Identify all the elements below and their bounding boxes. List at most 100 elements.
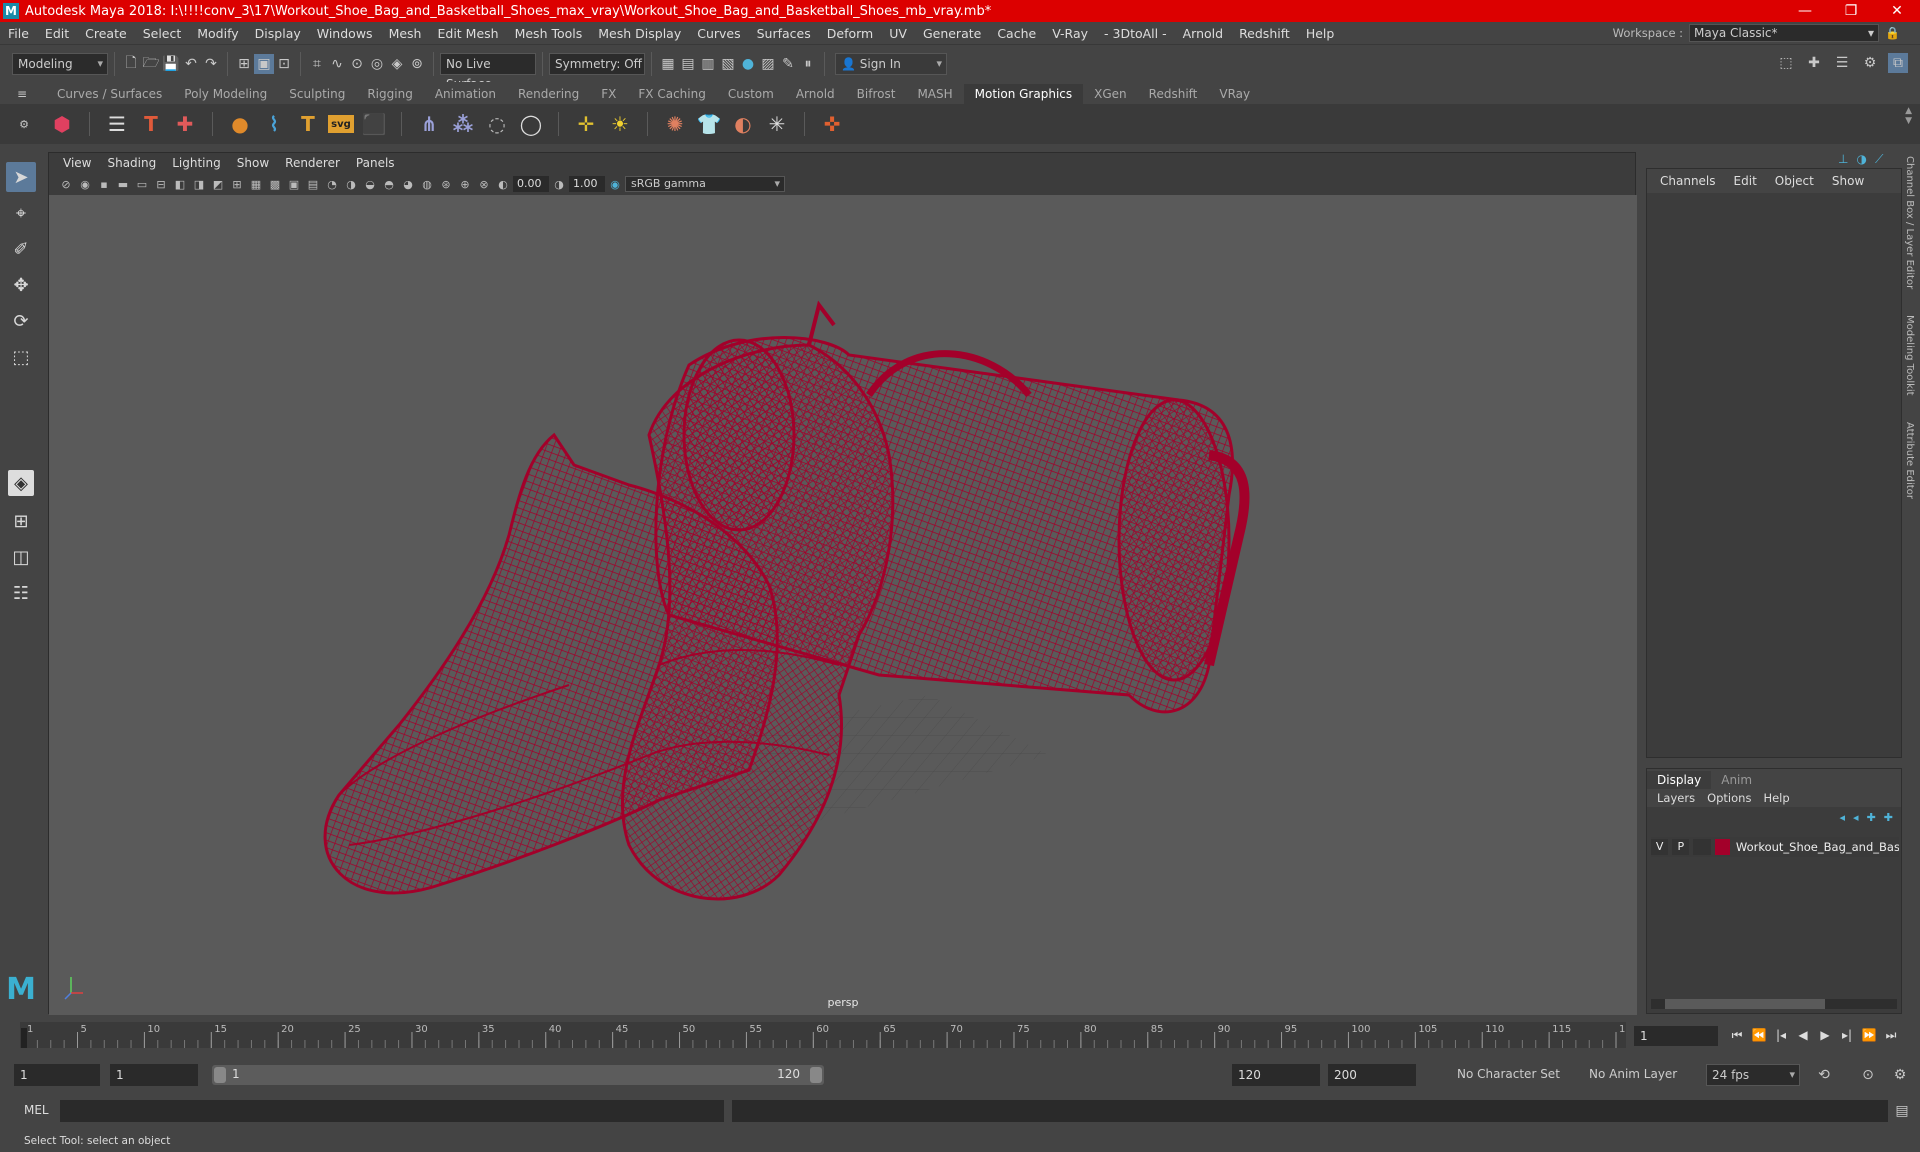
layer-menu-layers[interactable]: Layers [1651,791,1701,805]
color-management-icon[interactable]: ◉ [606,175,624,193]
menu-file[interactable]: File [0,26,37,41]
new-layer-selected-icon[interactable]: ✚ [1884,811,1893,824]
shelf-tab-arnold[interactable]: Arnold [785,84,846,104]
xray-components-icon[interactable]: ⊗ [475,175,493,193]
xray-joints-icon[interactable]: ⊕ [456,175,474,193]
minimize-icon[interactable]: — [1782,0,1828,22]
svg-icon[interactable]: svg [328,115,354,133]
step-forward-frame-icon[interactable]: ▸| [1838,1026,1856,1044]
vp-menu-lighting[interactable]: Lighting [164,156,229,170]
side-tab-modeling-toolkit[interactable]: Modeling Toolkit [1904,315,1915,396]
pause-viewport-icon[interactable]: ⏸ [798,54,818,74]
ipr-render-icon[interactable]: ▥ [698,54,718,74]
field-chart-icon[interactable]: ◨ [190,175,208,193]
range-handle-right[interactable] [810,1067,822,1083]
shadows-icon[interactable]: ◑ [342,175,360,193]
select-component-icon[interactable]: ⊡ [274,54,294,74]
workspace-select[interactable]: Maya Classic* [1689,24,1880,42]
xray-icon[interactable]: ⊛ [437,175,455,193]
sphere-icon[interactable]: ● [226,110,254,138]
redo-icon[interactable]: ↷ [201,54,221,74]
fps-select[interactable]: 24 fps ▾ [1706,1064,1800,1086]
render-settings-icon[interactable]: ▧ [718,54,738,74]
bookmark-icon[interactable]: ▪ [95,175,113,193]
wire-on-shaded-icon[interactable]: ▣ [285,175,303,193]
exposure-field[interactable]: 0.00 [513,176,549,192]
live-surface-field[interactable]: No Live Surface [440,52,536,91]
layer-display-type-toggle[interactable] [1693,839,1711,855]
outliner-icon[interactable]: ☷ [6,578,36,608]
shelf-tab-motion-graphics[interactable]: Motion Graphics [963,84,1084,104]
vp-menu-renderer[interactable]: Renderer [277,156,348,170]
layer-tab-display[interactable]: Display [1647,771,1712,789]
menu-mesh-display[interactable]: Mesh Display [590,26,689,41]
light-editor-icon[interactable]: ✎ [778,54,798,74]
lights-icon[interactable]: ◔ [323,175,341,193]
menu-cache[interactable]: Cache [989,26,1044,41]
shelf-tab-xgen[interactable]: XGen [1083,84,1138,104]
menu-surfaces[interactable]: Surfaces [749,26,819,41]
step-back-frame-icon[interactable]: |◂ [1772,1026,1790,1044]
range-handle-left[interactable] [214,1067,226,1083]
safe-action-icon[interactable]: ◩ [209,175,227,193]
channel-box-icon[interactable]: ⧉ [1888,53,1908,73]
snap-vertex-icon[interactable]: ⊚ [407,54,427,74]
light-icon[interactable]: ☀ [606,110,634,138]
snap-surface-icon[interactable]: ◈ [387,54,407,74]
shelf-tab-rendering[interactable]: Rendering [507,84,590,104]
select-hierarchy-icon[interactable]: ⊞ [234,54,254,74]
menu-vray[interactable]: V-Ray [1044,26,1096,41]
grid-toggle-icon[interactable]: ⊞ [228,175,246,193]
render-frame-icon[interactable]: ▤ [678,54,698,74]
layer-row[interactable]: V P Workout_Shoe_Bag_and_Bask [1651,837,1899,857]
shelf-tab-fx[interactable]: FX [590,84,627,104]
shelf-tab-vray[interactable]: VRay [1208,84,1261,104]
two-view-icon[interactable]: ◫ [6,542,36,572]
rotate-tool-icon[interactable]: ⟳ [6,306,36,336]
shelf-scroll-down-icon[interactable]: ▼ [1905,116,1912,126]
tool-settings-icon[interactable]: ⚙ [1860,53,1880,73]
menu-select[interactable]: Select [135,26,190,41]
menu-display[interactable]: Display [247,26,309,41]
locator-icon[interactable]: ✛ [572,110,600,138]
particles-icon[interactable]: ✺ [661,110,689,138]
vp-menu-panels[interactable]: Panels [348,156,403,170]
animation-start-field[interactable]: 1 [14,1064,100,1086]
camera-select-icon[interactable]: ⊘ [57,175,75,193]
move-layer-down-icon[interactable]: ◂ [1853,811,1859,824]
box-icon[interactable]: ⬛ [360,110,388,138]
new-scene-icon[interactable]: 🗋 [121,54,141,74]
snap-curve-icon[interactable]: ∿ [327,54,347,74]
crosshair-icon[interactable]: ✜ [818,110,846,138]
command-language-label[interactable]: MEL [24,1103,49,1117]
layer-name[interactable]: Workout_Shoe_Bag_and_Bask [1736,840,1899,854]
scale-tool-icon[interactable]: ⬚ [6,342,36,372]
paint-icon[interactable]: ◐ [729,110,757,138]
shelf-settings-icon[interactable]: ⚙ [14,114,34,134]
move-layer-up-icon[interactable]: ◂ [1840,811,1846,824]
sign-in-button[interactable]: 👤 Sign In ▾ [835,52,947,75]
menu-mesh-tools[interactable]: Mesh Tools [507,26,591,41]
go-to-end-icon[interactable]: ⏭ [1882,1026,1900,1044]
curve-icon[interactable]: ⌇ [260,110,288,138]
lock-icon[interactable]: 🔒 [1885,26,1900,40]
layer-menu-help[interactable]: Help [1757,791,1795,805]
image-plane-icon[interactable]: ▬ [114,175,132,193]
mash-network-icon[interactable]: ⬢ [48,110,76,138]
channel-box-toggle-icon[interactable]: ⊥ [1838,152,1848,167]
character-set-select[interactable]: No Character Set [1434,1064,1560,1086]
render-view-icon[interactable]: ▦ [658,54,678,74]
shelf-tab-custom[interactable]: Custom [717,84,785,104]
paint-select-icon[interactable]: ✐ [6,234,36,264]
hypershade-icon[interactable]: ● [738,54,758,74]
menu-modify[interactable]: Modify [189,26,246,41]
command-input[interactable] [60,1100,724,1122]
cb-menu-object[interactable]: Object [1766,174,1823,188]
film-gate-icon[interactable]: ▭ [133,175,151,193]
list-icon[interactable]: ☰ [103,110,131,138]
character-controls-icon[interactable]: ✚ [1804,53,1824,73]
shelf-tab-fx-caching[interactable]: FX Caching [627,84,716,104]
menu-curves[interactable]: Curves [689,26,748,41]
text-tool-red-icon[interactable]: T [137,110,165,138]
ambient-occlusion-icon[interactable]: ◒ [361,175,379,193]
